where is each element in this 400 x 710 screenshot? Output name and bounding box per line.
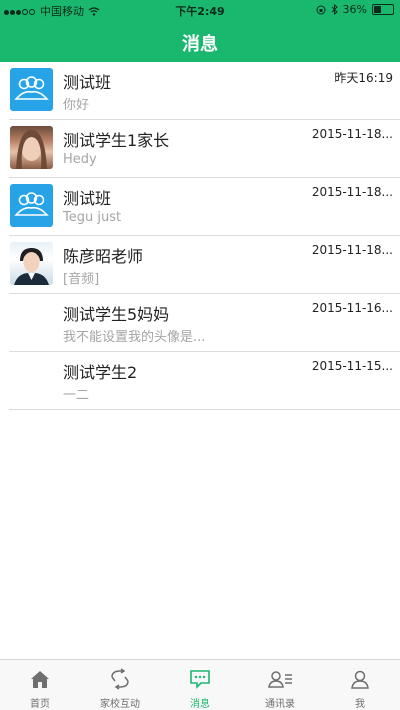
group-icon: [10, 184, 53, 227]
message-time: 2015-11-15...: [311, 359, 393, 373]
contacts-icon: [268, 671, 292, 688]
message-name: 测试学生1家长: [63, 131, 170, 150]
status-bar: 中国移动 下午2:49 36%: [0, 0, 400, 20]
interaction-icon: [111, 668, 129, 690]
nav-bar: 消息: [0, 20, 400, 62]
message-preview: [音频]: [63, 272, 100, 287]
message-row[interactable]: 测试学生5妈妈 我不能设置我的头像是... 2015-11-16...: [9, 294, 400, 352]
bluetooth-icon: [331, 4, 338, 15]
message-row[interactable]: 陈彦昭老师 [音频] 2015-11-18...: [9, 236, 400, 294]
empty-avatar: [10, 300, 53, 343]
tab-interaction[interactable]: 家校互动: [80, 660, 160, 710]
message-preview: Tegu just: [63, 210, 122, 225]
message-row[interactable]: 测试班 你好 昨天16:19: [9, 62, 400, 120]
message-name: 陈彦昭老师: [63, 247, 144, 266]
group-icon: [10, 68, 53, 111]
page-title: 消息: [182, 34, 218, 55]
message-icon: [190, 670, 210, 689]
tab-label: 我: [355, 699, 365, 710]
tab-contacts[interactable]: 通讯录: [240, 660, 320, 710]
message-preview: 我不能设置我的头像是...: [63, 330, 206, 345]
message-time: 2015-11-16...: [311, 301, 393, 315]
tab-messages[interactable]: 消息: [160, 660, 240, 710]
message-preview: Hedy: [63, 152, 97, 167]
tab-home[interactable]: 首页: [0, 660, 80, 710]
message-time: 2015-11-18...: [311, 243, 393, 257]
tab-profile[interactable]: 我: [320, 660, 400, 710]
message-name: 测试班: [63, 189, 112, 208]
message-row[interactable]: 测试班 Tegu just 2015-11-18...: [9, 178, 400, 236]
rotation-lock-icon: [316, 5, 326, 14]
message-name: 测试学生5妈妈: [63, 305, 170, 324]
empty-avatar: [10, 358, 53, 401]
user-avatar: [10, 126, 53, 169]
battery-percent: 36%: [342, 3, 367, 16]
tab-label: 家校互动: [100, 699, 140, 710]
message-time: 2015-11-18...: [311, 185, 393, 199]
message-preview: 一二: [63, 388, 90, 403]
message-name: 测试班: [63, 73, 112, 92]
message-name: 测试学生2: [63, 363, 138, 382]
message-row[interactable]: 测试学生2 一二 2015-11-15...: [9, 352, 400, 410]
message-row[interactable]: 测试学生1家长 Hedy 2015-11-18...: [9, 120, 400, 178]
tab-bar: 首页 家校互动 消息 通讯录 我: [0, 659, 400, 710]
message-time: 2015-11-18...: [311, 127, 393, 141]
home-icon: [31, 671, 49, 688]
message-time: 昨天16:19: [334, 71, 393, 85]
status-right: 36%: [316, 3, 394, 16]
user-avatar: [10, 242, 53, 285]
tab-label: 消息: [190, 699, 210, 710]
profile-icon: [351, 670, 369, 689]
message-preview: 你好: [63, 98, 90, 113]
battery-icon: [372, 4, 394, 15]
tab-label: 首页: [30, 699, 50, 710]
tab-label: 通讯录: [265, 699, 295, 710]
message-list: 测试班 你好 昨天16:19 测试学生1家长 Hedy 2015-11-18..…: [0, 62, 400, 410]
